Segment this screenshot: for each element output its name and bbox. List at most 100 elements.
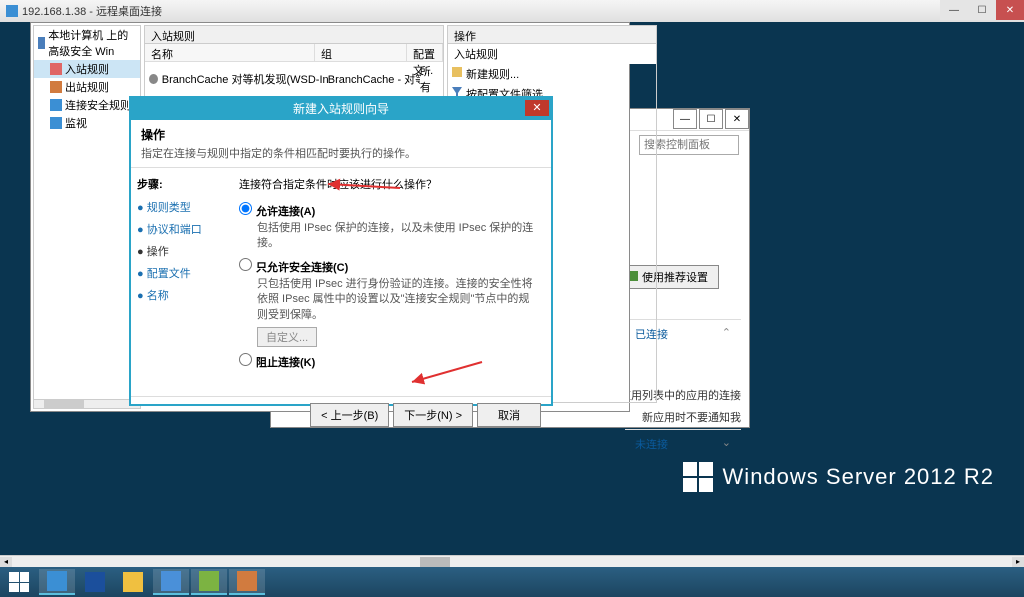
rdp-icon xyxy=(6,5,18,17)
option-secure-label[interactable]: 只允许安全连接(C) xyxy=(239,262,348,274)
ctrl-maximize-button[interactable]: ☐ xyxy=(699,109,723,129)
customize-button: 自定义... xyxy=(257,327,317,347)
option-allow: 允许连接(A) 包括使用 IPsec 保护的连接，以及未使用 IPsec 保护的… xyxy=(239,202,539,252)
back-button[interactable]: < 上一步(B) xyxy=(310,403,389,427)
tree-label: 入站规则 xyxy=(65,61,109,77)
outbound-icon xyxy=(50,81,62,93)
wizard-subheading: 指定在连接与规则中指定的条件相匹配时要执行的操作。 xyxy=(141,145,541,161)
ctrl-minimize-button[interactable]: — xyxy=(673,109,697,129)
close-button[interactable]: ✕ xyxy=(996,0,1024,20)
list-heading: 入站规则 xyxy=(145,26,443,44)
minimize-button[interactable]: — xyxy=(940,0,968,20)
radio-allow[interactable] xyxy=(239,202,252,215)
actions-section: 入站规则 xyxy=(448,44,656,64)
wizard-steps: 步骤: ● 规则类型 ● 协议和端口 ● 操作 ● 配置文件 ● 名称 xyxy=(131,168,227,396)
shield-icon xyxy=(38,37,45,49)
desktop-scrollbar[interactable]: ◂ ▸ xyxy=(0,555,1024,567)
actions-heading: 操作 xyxy=(448,26,656,44)
controlpanel-icon xyxy=(161,571,181,591)
brand-text: Windows Server 2012 R2 xyxy=(723,464,994,490)
rule-status-icon xyxy=(149,74,158,84)
wizard-main: 连接符合指定条件时应该进行什么操作？ 允许连接(A) 包括使用 IPsec 保护… xyxy=(227,168,551,396)
col-name[interactable]: 名称 xyxy=(145,44,315,61)
ctrl-close-button[interactable]: ✕ xyxy=(725,109,749,129)
firewall-tree: 本地计算机 上的高级安全 Win 入站规则 出站规则 连接安全规则 监视 xyxy=(33,25,141,403)
task-explorer[interactable] xyxy=(115,569,151,595)
cancel-button[interactable]: 取消 xyxy=(477,403,541,427)
conn-text-2: 新应用时不要通知我 xyxy=(642,409,741,425)
chevron-down-icon: ⌄ xyxy=(722,436,731,452)
col-group[interactable]: 组 xyxy=(315,44,407,61)
wizard-heading: 操作 xyxy=(141,126,541,143)
wizard-footer: < 上一步(B) 下一步(N) > 取消 xyxy=(131,396,551,432)
new-rule-wizard: 新建入站规则向导 ✕ 操作 指定在连接与规则中指定的条件相匹配时要执行的操作。 … xyxy=(129,96,553,406)
maximize-button[interactable]: ☐ xyxy=(968,0,996,20)
step-profile[interactable]: ● 配置文件 xyxy=(137,262,221,284)
tree-root-label: 本地计算机 上的高级安全 Win xyxy=(48,27,136,59)
server-brand: Windows Server 2012 R2 xyxy=(683,462,994,492)
action-new-rule[interactable]: 新建规则... xyxy=(448,64,656,84)
task-generic[interactable] xyxy=(229,569,265,595)
titlebar: 192.168.1.38 - 远程桌面连接 — ☐ ✕ xyxy=(0,0,1024,22)
task-servermanager[interactable] xyxy=(39,569,75,595)
wizard-header: 操作 指定在连接与规则中指定的条件相匹配时要执行的操作。 xyxy=(131,120,551,168)
start-button[interactable] xyxy=(1,569,37,595)
rule-group: BranchCache - 对等机发现(... xyxy=(328,71,420,87)
task-firewall[interactable] xyxy=(191,569,227,595)
scroll-left-button[interactable]: ◂ xyxy=(0,557,12,567)
task-controlpanel[interactable] xyxy=(153,569,189,595)
wizard-question: 连接符合指定条件时应该进行什么操作？ xyxy=(239,176,539,192)
firewall-icon xyxy=(199,571,219,591)
steps-label: 步骤: xyxy=(137,176,221,192)
step-name[interactable]: ● 名称 xyxy=(137,284,221,306)
step-action[interactable]: ● 操作 xyxy=(137,240,221,262)
wizard-titlebar: 新建入站规则向导 ✕ xyxy=(131,98,551,120)
radio-block[interactable] xyxy=(239,353,252,366)
tree-label: 出站规则 xyxy=(65,79,109,95)
rule-name: BranchCache 对等机发现(WSD-In) xyxy=(162,71,328,87)
col-profile[interactable]: 配置文... xyxy=(407,44,443,61)
remote-desktop: — ☐ ✕ 使用推荐设置 已连接⌃ 应用列表中的应用的连接 新应用时不要通知我 … xyxy=(0,22,1024,597)
scrollbar-thumb[interactable] xyxy=(420,557,450,567)
scroll-right-button[interactable]: ▸ xyxy=(1012,557,1024,567)
option-secure-desc: 只包括使用 IPsec 进行身份验证的连接。连接的安全性将依照 IPsec 属性… xyxy=(257,277,539,323)
inbound-icon xyxy=(50,63,62,75)
connsec-icon xyxy=(50,99,62,111)
powershell-icon xyxy=(85,572,105,592)
tree-outbound[interactable]: 出站规则 xyxy=(34,78,140,96)
option-allow-label[interactable]: 允许连接(A) xyxy=(239,206,315,218)
tree-scrollbar[interactable] xyxy=(33,399,141,409)
option-block-label[interactable]: 阻止连接(K) xyxy=(239,357,315,369)
wizard-close-button[interactable]: ✕ xyxy=(525,100,549,116)
rule-profile: 所有 xyxy=(420,63,439,95)
tree-label: 连接安全规则 xyxy=(65,97,131,113)
taskbar xyxy=(0,567,1024,597)
list-columns: 名称 组 配置文... xyxy=(145,44,443,62)
step-protocol[interactable]: ● 协议和端口 xyxy=(137,218,221,240)
rule-row[interactable]: BranchCache 对等机发现(WSD-In)BranchCache - 对… xyxy=(145,62,443,96)
tree-label: 监视 xyxy=(65,115,87,131)
option-allow-desc: 包括使用 IPsec 保护的连接，以及未使用 IPsec 保护的连接。 xyxy=(257,221,539,252)
tree-root[interactable]: 本地计算机 上的高级安全 Win xyxy=(34,26,140,60)
tree-monitor[interactable]: 监视 xyxy=(34,114,140,132)
servermanager-icon xyxy=(47,571,67,591)
scrollbar-thumb[interactable] xyxy=(44,400,84,408)
option-block: 阻止连接(K) xyxy=(239,353,539,370)
tree-connsec[interactable]: 连接安全规则 xyxy=(34,96,140,114)
window-controls: — ☐ ✕ xyxy=(940,0,1024,20)
wizard-body: 步骤: ● 规则类型 ● 协议和端口 ● 操作 ● 配置文件 ● 名称 连接符合… xyxy=(131,168,551,396)
next-button[interactable]: 下一步(N) > xyxy=(393,403,473,427)
windows-icon xyxy=(683,462,713,492)
option-secure: 只允许安全连接(C) 只包括使用 IPsec 进行身份验证的连接。连接的安全性将… xyxy=(239,258,539,347)
title-text: 192.168.1.38 - 远程桌面连接 xyxy=(22,3,162,19)
app-icon xyxy=(237,571,257,591)
explorer-icon xyxy=(123,572,143,592)
task-powershell[interactable] xyxy=(77,569,113,595)
step-ruletype[interactable]: ● 规则类型 xyxy=(137,196,221,218)
wizard-title-text: 新建入站规则向导 xyxy=(293,102,389,116)
radio-secure[interactable] xyxy=(239,258,252,271)
notconnected-row[interactable]: 未连接⌄ xyxy=(625,429,741,458)
tree-inbound[interactable]: 入站规则 xyxy=(34,60,140,78)
monitor-icon xyxy=(50,117,62,129)
chevron-up-icon: ⌃ xyxy=(722,326,731,342)
